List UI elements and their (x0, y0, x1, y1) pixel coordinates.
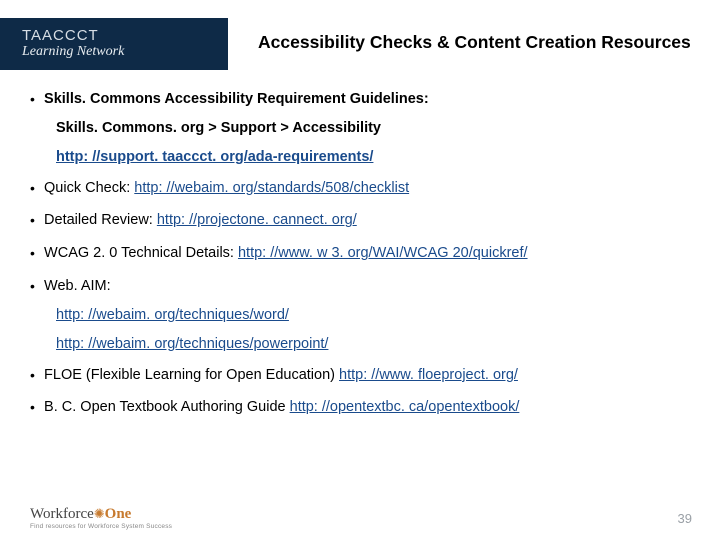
bullet-dot-icon: • (30, 90, 40, 108)
bullet-dot-icon: • (30, 277, 40, 295)
bullet-dot-icon: • (30, 366, 40, 384)
bullet-body: Quick Check: http: //webaim. org/standar… (44, 179, 698, 198)
bullet-label: Skills. Commons Accessibility Requiremen… (44, 90, 698, 109)
bullet-detailed-review: • Detailed Review: http: //projectone. c… (26, 211, 700, 230)
bullet-bc-open: • B. C. Open Textbook Authoring Guide ht… (26, 398, 700, 417)
webaim-word-link[interactable]: http: //webaim. org/techniques/word/ (56, 307, 289, 323)
bullet-wcag: • WCAG 2. 0 Technical Details: http: //w… (26, 244, 700, 263)
logo-line2: Learning Network (22, 45, 124, 60)
bullet-dot-icon: • (30, 398, 40, 416)
bullet-body: WCAG 2. 0 Technical Details: http: //www… (44, 244, 698, 263)
bullet-floe: • FLOE (Flexible Learning for Open Educa… (26, 366, 700, 385)
wcag-quickref-link[interactable]: http: //www. w 3. org/WAI/WCAG 20/quickr… (238, 245, 528, 261)
bullet-label: Quick Check: (44, 180, 134, 196)
page-number: 39 (678, 511, 692, 526)
footer-brand-b: One (105, 506, 132, 522)
footer-brand: Workforce✺One (30, 506, 172, 523)
ada-requirements-link[interactable]: http: //support. taaccct. org/ada-requir… (56, 149, 373, 165)
gear-icon: ✺ (94, 506, 105, 521)
bullet-label: Detailed Review: (44, 212, 157, 228)
opentextbc-link[interactable]: http: //opentextbc. ca/opentextbook/ (290, 399, 520, 415)
link-row: http: //webaim. org/techniques/word/ (56, 306, 700, 325)
bullet-dot-icon: • (30, 179, 40, 197)
footer-logo: Workforce✺One Find resources for Workfor… (30, 506, 172, 530)
footer-tagline: Find resources for Workforce System Succ… (30, 523, 172, 530)
link-row: http: //webaim. org/techniques/powerpoin… (56, 335, 700, 354)
bullet-webaim: • Web. AIM: http: //webaim. org/techniqu… (26, 277, 700, 354)
bullet-dot-icon: • (30, 244, 40, 262)
brand-logo: TAACCCT Learning Network (22, 28, 124, 59)
bullet-skillscommons: • Skills. Commons Accessibility Requirem… (26, 90, 700, 167)
webaim-ppt-link[interactable]: http: //webaim. org/techniques/powerpoin… (56, 336, 328, 352)
breadcrumb-text: Skills. Commons. org > Support > Accessi… (56, 119, 700, 138)
footer-brand-a: Workforce (30, 506, 94, 522)
bullet-body: Detailed Review: http: //projectone. can… (44, 211, 698, 230)
bullet-quickcheck: • Quick Check: http: //webaim. org/stand… (26, 179, 700, 198)
bullet-body: B. C. Open Textbook Authoring Guide http… (44, 398, 698, 417)
bullet-body: FLOE (Flexible Learning for Open Educati… (44, 366, 698, 385)
bullet-label: Web. AIM: (44, 277, 698, 296)
bullet-label: FLOE (Flexible Learning for Open Educati… (44, 367, 339, 383)
webaim-checklist-link[interactable]: http: //webaim. org/standards/508/checkl… (134, 180, 409, 196)
floe-link[interactable]: http: //www. floeproject. org/ (339, 367, 518, 383)
header-bar: TAACCCT Learning Network (0, 18, 228, 70)
logo-line1: TAACCCT (22, 28, 124, 44)
projectone-link[interactable]: http: //projectone. cannect. org/ (157, 212, 357, 228)
bullet-label: B. C. Open Textbook Authoring Guide (44, 399, 290, 415)
link-row: http: //support. taaccct. org/ada-requir… (56, 148, 700, 167)
bullet-label: WCAG 2. 0 Technical Details: (44, 245, 238, 261)
content-area: • Skills. Commons Accessibility Requirem… (26, 90, 700, 431)
slide-title: Accessibility Checks & Content Creation … (258, 32, 691, 53)
bullet-dot-icon: • (30, 211, 40, 229)
